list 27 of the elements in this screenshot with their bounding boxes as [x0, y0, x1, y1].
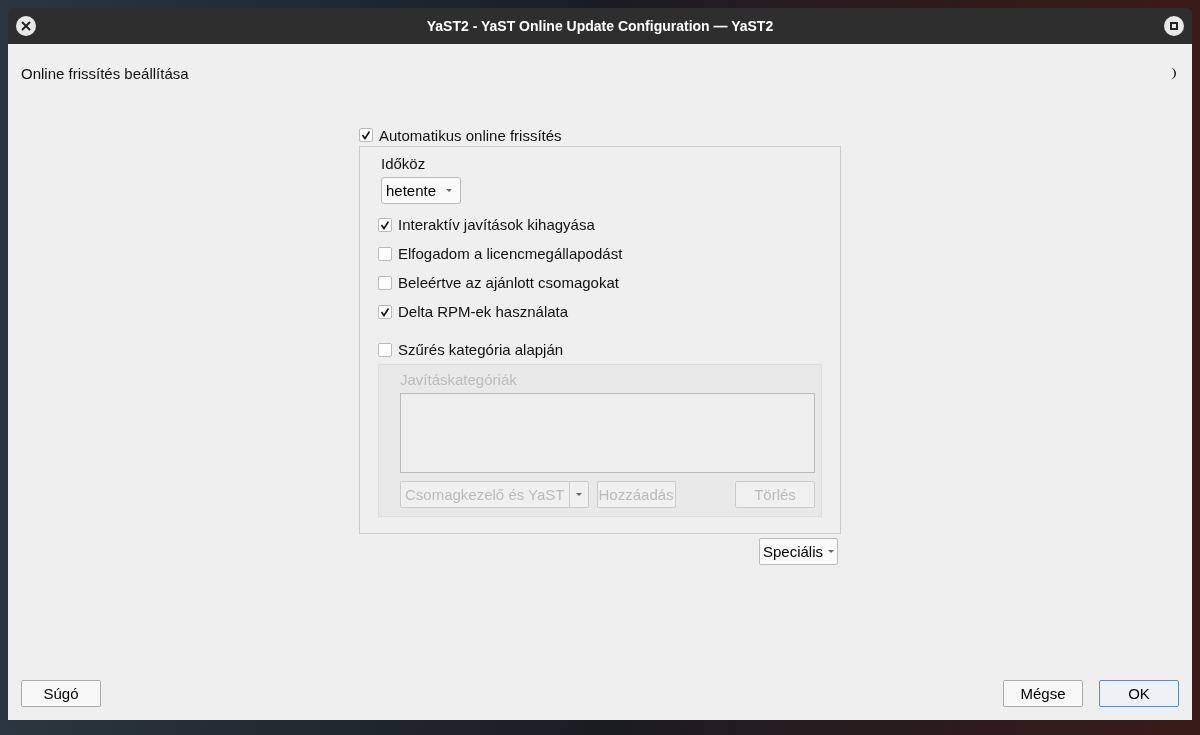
maximize-button[interactable]	[1164, 16, 1184, 36]
ok-button[interactable]: OK	[1099, 680, 1179, 707]
checkbox[interactable]	[378, 246, 392, 261]
checkbox[interactable]	[378, 304, 392, 319]
interval-label: Időköz	[381, 154, 426, 174]
interval-dropdown[interactable]: hetente	[381, 177, 462, 204]
caret-icon	[828, 550, 834, 553]
dialog-heading: Online frissítés beállítása	[21, 65, 189, 82]
checkbox-label: Beleértve az ajánlott csomagokat	[398, 274, 619, 291]
checkbox-label: Automatikus online frissítés	[379, 126, 562, 144]
checkbox-label: Delta RPM-ek használata	[398, 303, 569, 320]
cancel-button[interactable]: Mégse	[1003, 680, 1083, 707]
caret-icon	[575, 493, 582, 496]
checkbox-label: Interaktív javítások kihagyása	[398, 216, 595, 233]
maximize-icon	[1169, 21, 1179, 31]
window-title: YaST2 - YaST Online Update Configuration — YaST2	[425, 18, 775, 34]
checkbox[interactable]	[359, 128, 373, 142]
advanced-button[interactable]: Speciális	[758, 538, 838, 565]
caret-icon	[446, 189, 453, 192]
checkbox-label: Elfogadom a licencmegállapodást	[398, 245, 623, 262]
help-button[interactable]: Súgó	[21, 680, 101, 707]
close-button[interactable]	[16, 16, 36, 36]
checkbox[interactable]	[378, 342, 392, 357]
close-icon	[21, 21, 31, 31]
checkbox[interactable]	[378, 217, 392, 232]
checkbox-label: Szűrés kategória alapján	[398, 341, 564, 358]
checkbox[interactable]	[378, 275, 392, 290]
